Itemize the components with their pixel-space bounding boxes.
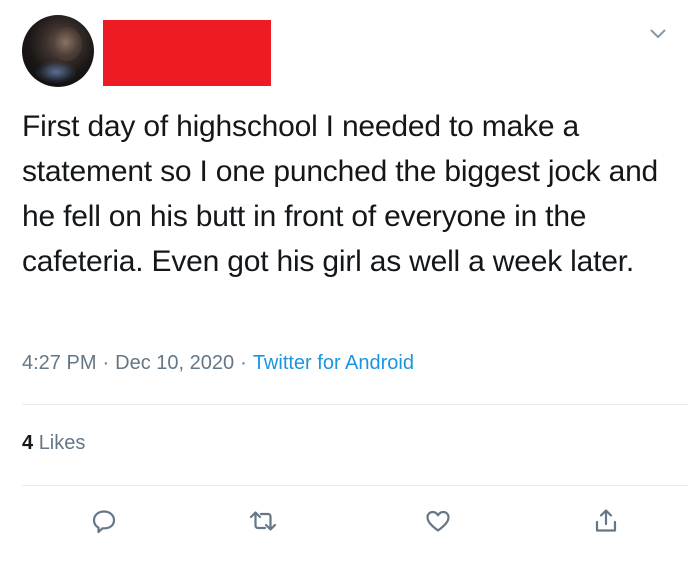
reply-button[interactable] (86, 503, 122, 539)
avatar-face (52, 27, 82, 61)
tweet-client-link[interactable]: Twitter for Android (253, 352, 414, 374)
share-button[interactable] (588, 503, 624, 539)
tweet-card: First day of highschool I needed to make… (0, 0, 700, 574)
tweet-text: First day of highschool I needed to make… (22, 110, 659, 278)
tweet-time[interactable]: 4:27 PM (22, 352, 96, 374)
tweet-date[interactable]: Dec 10, 2020 (115, 352, 234, 374)
share-icon (592, 507, 620, 535)
divider (22, 404, 688, 405)
reply-icon (90, 507, 118, 535)
likes-label: Likes (38, 432, 86, 454)
retweet-icon (248, 507, 278, 535)
likes-count: 4 (22, 432, 34, 454)
meta-separator: · (240, 352, 247, 374)
likes-stat[interactable]: 4 Likes (22, 430, 85, 456)
avatar[interactable] (22, 15, 94, 87)
tweet-metadata: 4:27 PM · Dec 10, 2020 · Twitter for Android (22, 350, 414, 376)
like-button[interactable] (420, 503, 456, 539)
heart-icon (424, 507, 452, 535)
divider (22, 485, 688, 486)
meta-separator: · (102, 352, 110, 374)
chevron-down-icon[interactable] (647, 23, 669, 45)
retweet-button[interactable] (245, 503, 281, 539)
username-redaction (103, 20, 271, 86)
avatar-highlight (36, 61, 76, 83)
